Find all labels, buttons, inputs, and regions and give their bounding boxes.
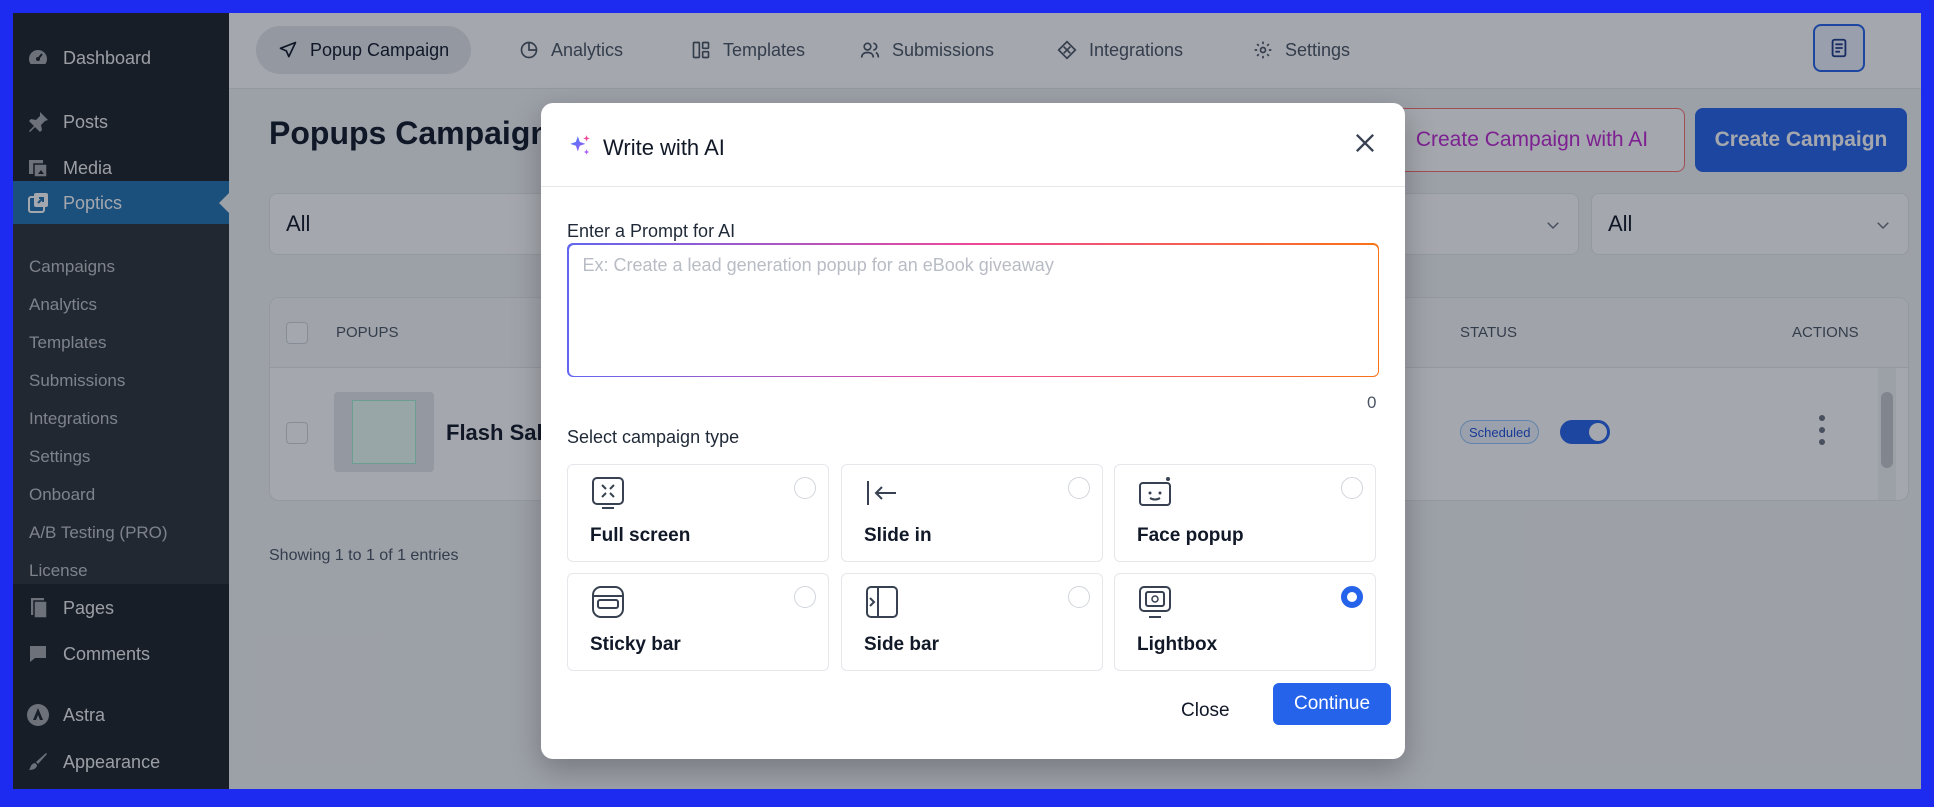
face-popup-icon: [1139, 477, 1171, 506]
type-name: Side bar: [864, 634, 939, 655]
slide-in-icon: [867, 481, 896, 505]
type-card-face-popup[interactable]: Face popup: [1114, 464, 1376, 562]
type-radio[interactable]: [1068, 586, 1090, 608]
character-counter: 0: [1367, 393, 1377, 412]
type-radio[interactable]: [1068, 477, 1090, 499]
campaign-type-label: Select campaign type: [567, 427, 740, 447]
full-screen-icon: [592, 477, 624, 509]
type-name: Full screen: [590, 525, 691, 546]
type-card-sticky-bar[interactable]: Sticky bar: [567, 573, 829, 671]
sparkle-icon: [570, 135, 590, 155]
prompt-label: Enter a Prompt for AI: [567, 221, 736, 241]
prompt-field-border: [567, 243, 1379, 377]
side-bar-icon: [866, 586, 898, 618]
type-radio[interactable]: [794, 477, 816, 499]
prompt-input[interactable]: [568, 244, 1378, 376]
modal-title: Write with AI: [603, 135, 725, 160]
type-radio-selected[interactable]: [1341, 586, 1363, 608]
close-button[interactable]: Close: [1181, 700, 1230, 722]
type-name: Sticky bar: [590, 634, 681, 655]
sticky-bar-icon: [592, 586, 624, 618]
write-with-ai-modal: Write with AI Enter a Prompt for AI 0 Se…: [541, 103, 1405, 759]
type-radio[interactable]: [1341, 477, 1363, 499]
type-card-lightbox[interactable]: Lightbox: [1114, 573, 1376, 671]
close-icon[interactable]: [1351, 129, 1379, 157]
continue-button[interactable]: Continue: [1273, 683, 1391, 725]
app-frame: Dashboard Posts Media Poptics Campaigns …: [13, 13, 1921, 789]
type-name: Lightbox: [1137, 634, 1218, 655]
modal-header: Write with AI: [541, 103, 1405, 187]
type-name: Face popup: [1137, 525, 1244, 546]
type-radio[interactable]: [794, 586, 816, 608]
lightbox-icon: [1139, 586, 1171, 618]
type-card-side-bar[interactable]: Side bar: [841, 573, 1103, 671]
type-name: Slide in: [864, 525, 932, 546]
type-card-full-screen[interactable]: Full screen: [567, 464, 829, 562]
type-card-slide-in[interactable]: Slide in: [841, 464, 1103, 562]
